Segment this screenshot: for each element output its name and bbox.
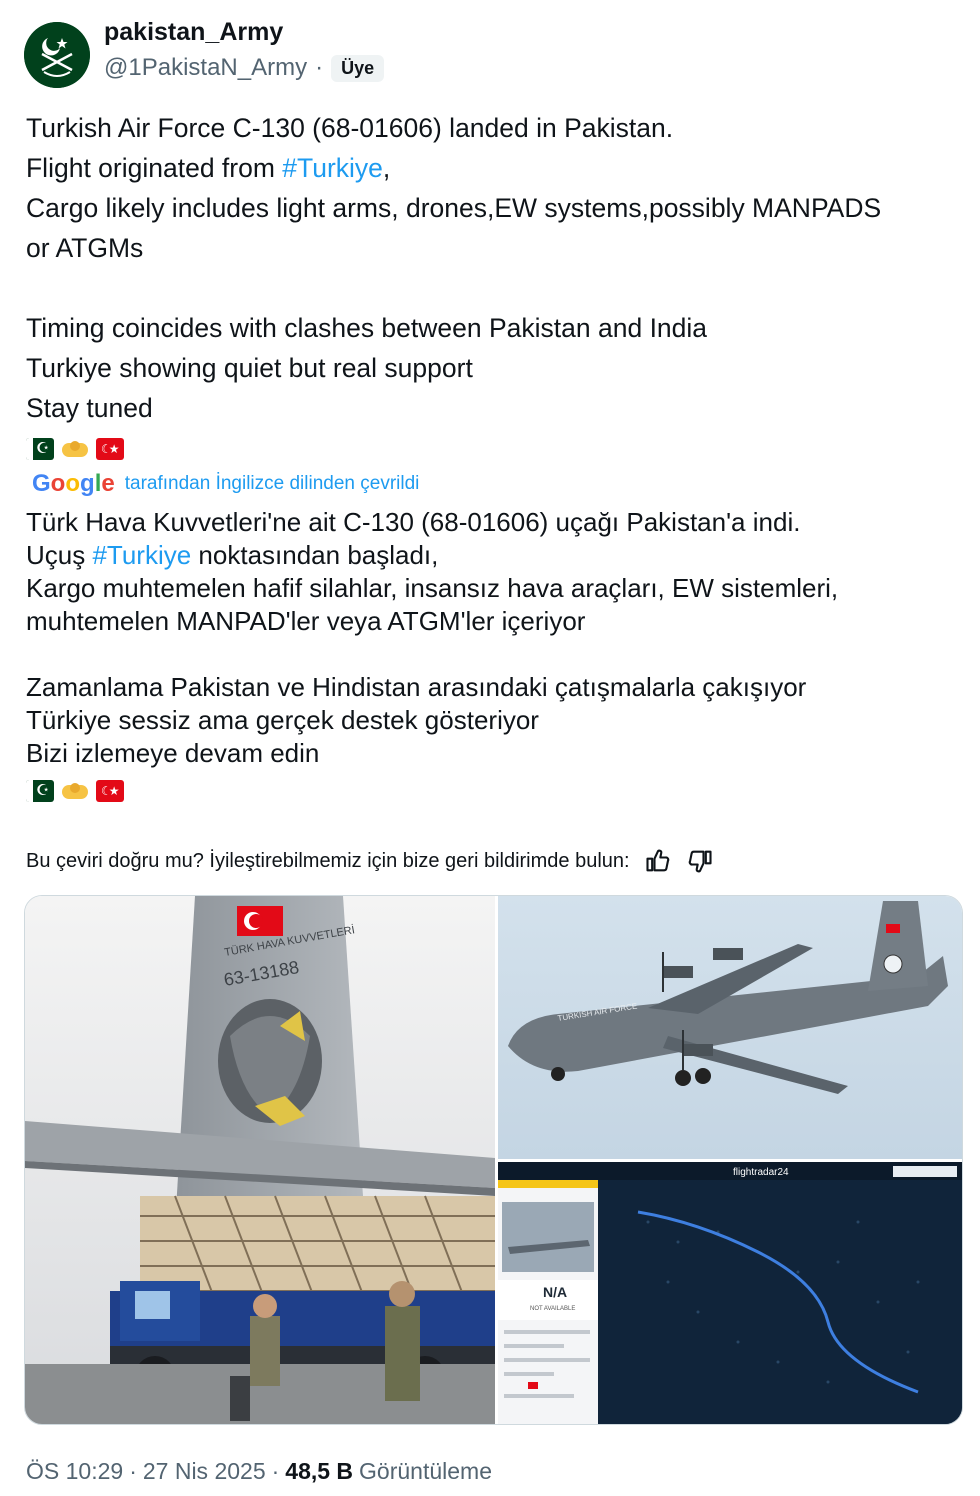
emoji-row (26, 434, 961, 464)
views-label: Görüntüleme (359, 1458, 493, 1484)
post-date[interactable]: 27 Nis 2025 (143, 1458, 266, 1485)
post-line (26, 268, 961, 308)
emoji-row (26, 776, 961, 806)
hashtag-link[interactable]: #Turkiye (92, 540, 191, 570)
translation-label[interactable]: tarafından İngilizce dilinden çevrildi (125, 473, 420, 495)
google-logo: Google (32, 470, 115, 497)
media-grid: TÜRK HAVA KUVVETLERİ 63-13188 TURKISH AI… (24, 895, 963, 1425)
pakistan-flag-icon (26, 438, 54, 460)
post-text: Turkish Air Force C-130 (68-01606) lande… (26, 108, 961, 464)
translated-line (26, 638, 961, 671)
separator: · (315, 54, 324, 81)
post-line: Turkiye showing quiet but real support (26, 353, 473, 383)
post-footer: ÖS 10:29 · 27 Nis 2025 · 48,5 B Görüntül… (26, 1458, 492, 1485)
thumbs-up-icon[interactable] (644, 847, 672, 875)
post-line: Flight originated from #Turkiye, (26, 153, 391, 183)
flightradar-drawing: flightradar24 N/A NOT AVAILABLE (498, 1162, 962, 1424)
post-line: Stay tuned (26, 393, 153, 423)
post-line: Turkish Air Force C-130 (68-01606) lande… (26, 113, 674, 143)
author-name[interactable]: pakistan_Army (104, 18, 283, 47)
pakistan-flag-icon (26, 780, 54, 802)
translated-line: Türkiye sessiz ama gerçek destek gösteri… (26, 705, 539, 735)
translated-line: Zamanlama Pakistan ve Hindistan arasında… (26, 672, 807, 702)
turkey-flag-icon (96, 438, 124, 460)
separator: · (129, 1458, 137, 1484)
radar-brand: flightradar24 (733, 1167, 789, 1178)
post-line: Timing coincides with clashes between Pa… (26, 313, 708, 343)
handshake-icon (60, 780, 90, 802)
author-handle[interactable]: @1PakistaN_Army (104, 54, 307, 82)
translated-line: Bizi izlemeye devam edin (26, 738, 320, 768)
feedback-question: Bu çeviri doğru mu? İyileştirebilmemiz i… (26, 849, 630, 872)
translated-line: Türk Hava Kuvvetleri'ne ait C-130 (68-01… (26, 507, 801, 537)
translated-line: muhtemelen MANPAD'ler veya ATGM'ler içer… (26, 606, 586, 636)
handshake-icon (60, 438, 90, 460)
radar-sub: NOT AVAILABLE (530, 1306, 575, 1312)
separator: · (271, 1458, 280, 1484)
thumbs-down-icon[interactable] (686, 847, 714, 875)
turkey-flag-icon (96, 780, 124, 802)
aircraft-flight-photo[interactable]: TURKISH AIR FORCE (498, 896, 962, 1159)
translation-attribution: Google tarafından İngilizce dilinden çev… (32, 468, 419, 500)
subscribe-badge[interactable]: Üye (331, 54, 385, 82)
army-emblem-icon (24, 22, 90, 88)
post-time[interactable]: ÖS 10:29 (26, 1458, 123, 1485)
post-header: pakistan_Army @1PakistaN_Army · Üye (24, 18, 954, 88)
author-meta: @1PakistaN_Army · Üye (104, 54, 385, 82)
views-count: 48,5 B (285, 1458, 354, 1484)
translated-line: Uçuş #Turkiye noktasından başladı, (26, 540, 439, 570)
post-line: Cargo likely includes light arms, drones… (26, 193, 882, 223)
cargo-photo-drawing: TÜRK HAVA KUVVETLERİ 63-13188 (25, 896, 495, 1424)
translated-text: Türk Hava Kuvvetleri'ne ait C-130 (68-01… (26, 506, 961, 806)
hashtag-link[interactable]: #Turkiye (282, 153, 383, 183)
translation-feedback: Bu çeviri doğru mu? İyileştirebilmemiz i… (26, 844, 714, 878)
translated-line: Kargo muhtemelen hafif silahlar, insansı… (26, 573, 839, 603)
flightradar-screenshot[interactable]: flightradar24 N/A NOT AVAILABLE (498, 1162, 962, 1424)
radar-status: N/A (543, 1284, 567, 1300)
post-line: or ATGMs (26, 233, 144, 263)
avatar[interactable] (24, 22, 90, 88)
cargo-loading-photo[interactable]: TÜRK HAVA KUVVETLERİ 63-13188 (25, 896, 495, 1424)
aircraft-photo-drawing: TURKISH AIR FORCE (498, 896, 962, 1159)
